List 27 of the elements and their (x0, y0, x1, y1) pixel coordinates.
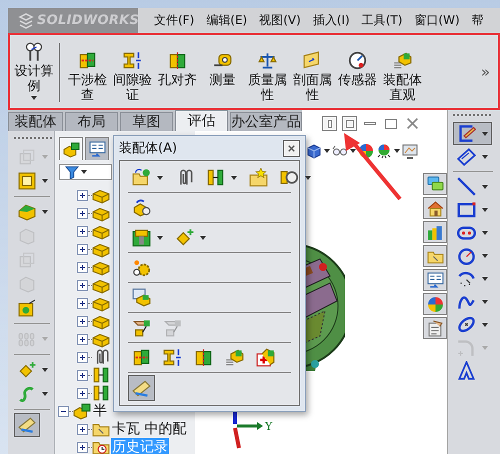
app-logo: SOLIDWORKS (37, 13, 140, 28)
toolbar-button[interactable]: 质量属性 (245, 37, 290, 106)
tab[interactable]: 装配体 (8, 112, 63, 131)
menu-item[interactable]: 插入(I) (310, 12, 352, 29)
toolbar-button[interactable]: 测量 (200, 37, 245, 106)
tab[interactable]: 办公室产品 (230, 112, 302, 131)
menu-item[interactable]: 工具(T) (360, 12, 404, 29)
toolbar-button[interactable]: 剖面属性 (290, 37, 335, 106)
tree-item[interactable]: 半 (92, 402, 108, 420)
axis-label: Y (265, 420, 272, 433)
toolbar-button[interactable]: 装配体直观 (380, 37, 425, 106)
toolbar-button[interactable]: 传感器 (335, 37, 380, 106)
menu-item[interactable]: 帮 (470, 12, 486, 29)
more-button[interactable]: » (474, 62, 496, 80)
panel-title: 装配体(A) (119, 140, 178, 157)
toolbar-button[interactable]: 设计算例 (12, 37, 56, 106)
tab[interactable]: 布局 (65, 112, 118, 131)
toolbar-button[interactable]: 孔对齐 (155, 37, 200, 106)
menu-item[interactable]: 编辑(E) (204, 12, 250, 29)
tree-item[interactable]: 卡瓦 中的配 (111, 420, 188, 438)
toolbar-button[interactable]: 间隙验证 (110, 37, 155, 106)
tab[interactable]: 草图 (120, 112, 173, 131)
menu-item[interactable]: 文件(F) (152, 12, 196, 29)
tab[interactable]: 评估 (175, 110, 228, 131)
toolbar-button[interactable]: 干涉检查 (65, 37, 110, 106)
menu-item[interactable]: 视图(V) (257, 12, 303, 29)
menu-item[interactable]: 窗口(W) (412, 12, 462, 29)
